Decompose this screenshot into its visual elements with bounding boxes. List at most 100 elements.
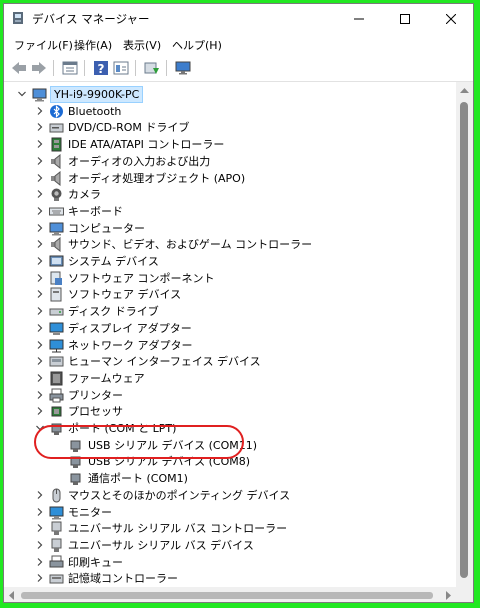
chevron-right-icon[interactable] (35, 306, 45, 316)
chevron-right-icon[interactable] (35, 206, 45, 216)
hid-icon (49, 356, 64, 367)
tree-item-label: オーディオの入力および出力 (68, 154, 211, 168)
menu-bar: ファイル(F) 操作(A) 表示(V) ヘルプ(H) (4, 33, 473, 55)
chevron-right-icon[interactable] (35, 406, 45, 416)
chevron-right-icon[interactable] (35, 373, 45, 383)
tree-item-label: ソフトウェア デバイス (68, 288, 182, 302)
menu-view[interactable]: 表示(V) (123, 37, 161, 53)
chevron-right-icon[interactable] (35, 490, 45, 500)
update-driver-button[interactable] (143, 59, 161, 77)
tree-item-software-component[interactable]: ソフトウェア コンポーネント (4, 270, 456, 287)
tree-item-network-adapter[interactable]: ネットワーク アダプター (4, 337, 456, 354)
view-button[interactable] (112, 59, 130, 77)
back-icon (12, 62, 26, 74)
chevron-right-icon[interactable] (35, 273, 45, 283)
chevron-right-icon[interactable] (35, 223, 45, 233)
scroll-left-icon[interactable] (8, 591, 16, 600)
tree-item-firmware[interactable]: ファームウェア (4, 370, 456, 387)
tree-item-label: ディスク ドライブ (68, 305, 159, 319)
tree-item-usb-device[interactable]: ユニバーサル シリアル バス デバイス (4, 537, 456, 554)
tree-item-storage-controller[interactable]: 記憶域コントローラー (4, 570, 456, 587)
tree-item-monitor[interactable]: モニター (4, 504, 456, 521)
toolbar-separator (53, 60, 54, 76)
tree-item-display-adapter[interactable]: ディスプレイ アダプター (4, 320, 456, 337)
chevron-right-icon[interactable] (35, 340, 45, 350)
chevron-right-icon[interactable] (35, 173, 45, 183)
tree-item-disk-drive[interactable]: ディスク ドライブ (4, 303, 456, 320)
tree-item-label: システム デバイス (68, 255, 159, 268)
chevron-right-icon[interactable] (35, 239, 45, 249)
tree-item-printer[interactable]: プリンター (4, 387, 456, 404)
monitor-button[interactable] (174, 59, 192, 77)
tree-root[interactable]: YH-i9-9900K-PC (4, 86, 456, 103)
chevron-right-icon[interactable] (35, 573, 45, 583)
mouse-icon (52, 488, 61, 503)
update-driver-icon (144, 62, 159, 74)
horizontal-scroll-thumb[interactable] (21, 592, 433, 599)
scroll-right-icon[interactable] (444, 591, 452, 600)
device-tree: YH-i9-9900K-PC Bluetooth DVD/CD-ROM ドライブ I… (4, 82, 456, 602)
tree-item-keyboard[interactable]: キーボード (4, 203, 456, 220)
print-queue-icon (49, 555, 64, 568)
tree-item-label: ディスプレイ アダプター (68, 321, 192, 335)
tree-item-port-child-2[interactable]: 通信ポート (COM1) (4, 470, 456, 487)
tree-item-bluetooth[interactable]: Bluetooth (4, 103, 456, 120)
chevron-right-icon[interactable] (35, 323, 45, 333)
toolbar-separator (84, 60, 85, 76)
forward-button[interactable] (30, 59, 48, 77)
chevron-right-icon[interactable] (35, 189, 45, 199)
system-device-icon (49, 255, 64, 267)
chevron-right-icon[interactable] (35, 139, 45, 149)
tree-item-label: ソフトウェア コンポーネント (68, 271, 215, 285)
chevron-right-icon[interactable] (35, 356, 45, 366)
tree-item-label: ヒューマン インターフェイス デバイス (68, 355, 261, 369)
maximize-button[interactable] (382, 4, 428, 33)
chevron-right-icon[interactable] (35, 523, 45, 533)
printer-icon (49, 388, 64, 403)
vertical-scroll-thumb[interactable] (460, 102, 468, 578)
tree-item-camera[interactable]: カメラ (4, 186, 456, 203)
chevron-right-icon[interactable] (35, 122, 45, 132)
tree-item-label: コンピューター (68, 221, 145, 235)
tree-item-processor[interactable]: プロセッサ (4, 403, 456, 420)
menu-help[interactable]: ヘルプ(H) (172, 37, 222, 53)
chevron-down-icon[interactable] (17, 89, 27, 99)
chevron-right-icon[interactable] (35, 156, 45, 166)
tree-item-label: プリンター (68, 388, 123, 402)
tree-item-dvd[interactable]: DVD/CD-ROM ドライブ (4, 119, 456, 136)
scroll-up-icon[interactable] (460, 87, 469, 94)
tree-item-audio-io[interactable]: オーディオの入力および出力 (4, 153, 456, 170)
back-button[interactable] (10, 59, 28, 77)
tree-item-system-device[interactable]: システム デバイス (4, 253, 456, 270)
tree-item-mouse[interactable]: マウスとそのほかのポインティング デバイス (4, 487, 456, 504)
menu-action[interactable]: 操作(A) (74, 37, 112, 53)
chevron-right-icon[interactable] (35, 540, 45, 550)
tree-item-sound[interactable]: サウンド、ビデオ、およびゲーム コントローラー (4, 236, 456, 253)
help-button[interactable]: ? (92, 59, 110, 77)
tree-item-hid[interactable]: ヒューマン インターフェイス デバイス (4, 353, 456, 370)
tree-item-software-device[interactable]: ソフトウェア デバイス (4, 286, 456, 303)
properties-button[interactable] (61, 59, 79, 77)
chevron-right-icon[interactable] (35, 289, 45, 299)
tree-item-label: IDE ATA/ATAPI コントローラー (68, 138, 225, 152)
tree-item-label: オーディオ処理オブジェクト (APO) (68, 171, 246, 185)
menu-file[interactable]: ファイル(F) (14, 37, 73, 53)
tree-item-usb-controller[interactable]: ユニバーサル シリアル バス コントローラー (4, 520, 456, 537)
chevron-right-icon[interactable] (35, 507, 45, 517)
horizontal-scrollbar[interactable] (4, 587, 456, 602)
chevron-right-icon[interactable] (35, 390, 45, 400)
tree-item-print-queue[interactable]: 印刷キュー (4, 554, 456, 571)
tree-item-label: ユニバーサル シリアル バス コントローラー (68, 522, 288, 536)
red-highlight-annotation (34, 425, 244, 459)
ide-controller-icon (51, 137, 62, 152)
tree-item-computer[interactable]: コンピューター (4, 220, 456, 237)
vertical-scrollbar[interactable] (456, 82, 473, 602)
chevron-right-icon[interactable] (35, 256, 45, 266)
tree-item-audio-apo[interactable]: オーディオ処理オブジェクト (APO) (4, 170, 456, 187)
chevron-right-icon[interactable] (35, 106, 45, 116)
chevron-right-icon[interactable] (35, 557, 45, 567)
close-button[interactable] (428, 4, 473, 33)
tree-item-ide-controller[interactable]: IDE ATA/ATAPI コントローラー (4, 136, 456, 153)
bluetooth-icon (50, 104, 63, 118)
minimize-button[interactable] (336, 4, 382, 33)
